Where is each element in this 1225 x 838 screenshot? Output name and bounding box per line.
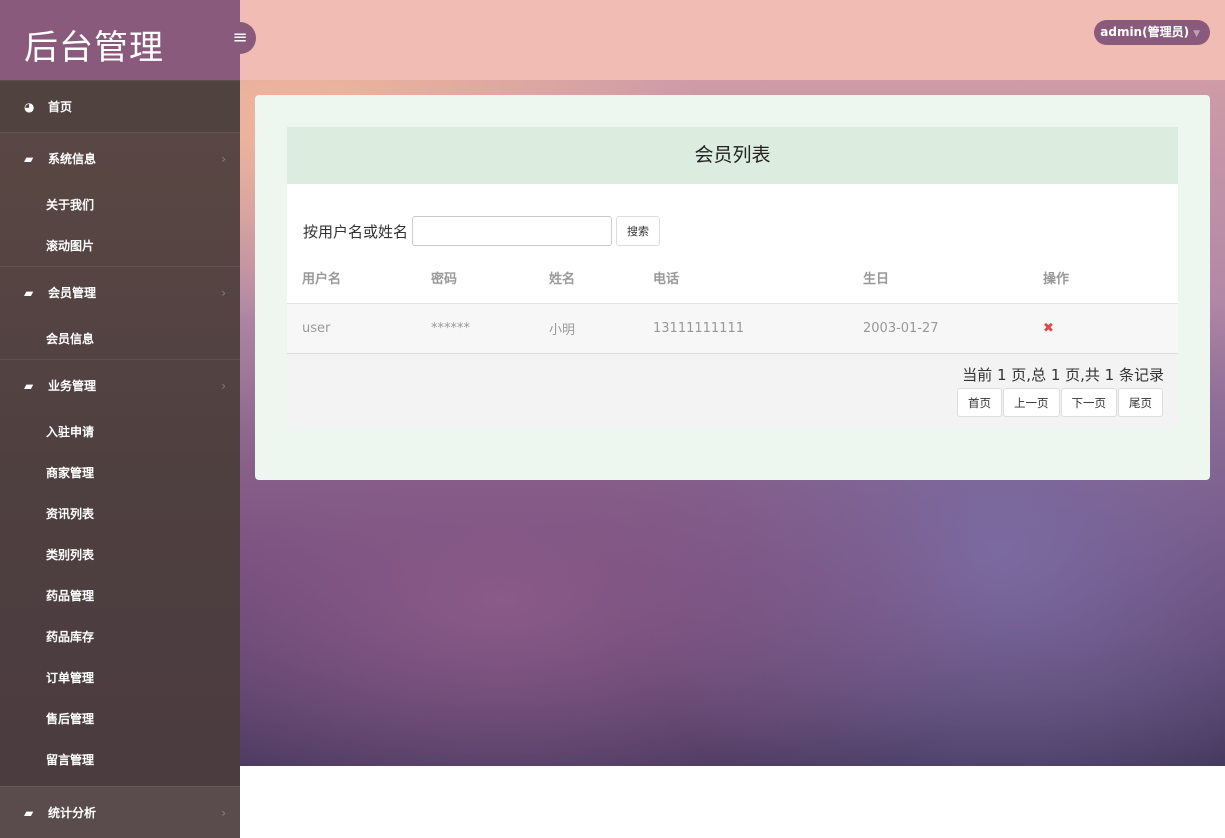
- sidebar-item-label: 首页: [48, 100, 73, 114]
- sidebar-item-home[interactable]: ◕ 首页: [0, 80, 240, 132]
- sidebar-item[interactable]: 类别列表: [0, 534, 240, 575]
- search-input[interactable]: [412, 216, 613, 246]
- caret-down-icon: ▼: [1193, 29, 1200, 39]
- sidebar-item[interactable]: 药品库存: [0, 616, 240, 657]
- column-header: 用户名: [287, 253, 416, 304]
- column-header: 姓名: [534, 253, 638, 304]
- pagination-footer: 当前 1 页,总 1 页,共 1 条记录 首页 上一页 下一页 尾页: [287, 354, 1178, 429]
- page-title: 会员列表: [287, 127, 1178, 184]
- sidebar-item[interactable]: 入驻申请: [0, 411, 240, 452]
- sidebar-group-business[interactable]: ▰ 业务管理 ›: [0, 359, 240, 411]
- cell-password: ******: [416, 303, 534, 355]
- sidebar-group-stats[interactable]: ▰ 统计分析 ›: [0, 786, 240, 838]
- sidebar-item-about[interactable]: 关于我们: [0, 184, 240, 225]
- sidebar: 后台管理 ◕ 首页 ▰ 系统信息 › 关于我们 滚动图片 ▰ 会员管理 › 会员信息 ▰ 业…: [0, 0, 240, 838]
- prev-page-button[interactable]: 上一页: [1003, 388, 1060, 417]
- sidebar-item-member-info[interactable]: 会员信息: [0, 318, 240, 359]
- user-name: admin(管理员): [1100, 25, 1190, 39]
- cell-name: 小明: [534, 303, 638, 355]
- sidebar-item[interactable]: 售后管理: [0, 698, 240, 739]
- menu-toggle-button[interactable]: ≡: [224, 22, 256, 54]
- search-bar: 按用户名或姓名 搜索: [303, 216, 661, 246]
- content-panel: 会员列表 按用户名或姓名 搜索 用户名 密码 姓名 电话 生日 操作 user …: [255, 95, 1210, 480]
- top-bar: admin(管理员) ▼: [240, 0, 1225, 80]
- sidebar-group-members[interactable]: ▰ 会员管理 ›: [0, 266, 240, 318]
- sidebar-item-label: 会员管理: [48, 286, 97, 300]
- delete-icon[interactable]: ✖: [1028, 303, 1178, 355]
- book-icon: ▰: [24, 378, 34, 393]
- sidebar-item[interactable]: 资讯列表: [0, 493, 240, 534]
- table-row: user ****** 小明 13111111111 2003-01-27 ✖: [287, 303, 1178, 355]
- book-icon: ▰: [24, 151, 34, 166]
- cell-birthday: 2003-01-27: [848, 303, 1028, 355]
- member-table: 用户名 密码 姓名 电话 生日 操作 user ****** 小明 131111…: [287, 253, 1178, 355]
- last-page-button[interactable]: 尾页: [1118, 388, 1163, 417]
- book-icon: ▰: [24, 285, 34, 300]
- sidebar-item[interactable]: 商家管理: [0, 452, 240, 493]
- page-info: 当前 1 页,总 1 页,共 1 条记录: [962, 366, 1164, 384]
- chevron-right-icon: ›: [221, 378, 226, 393]
- chevron-right-icon: ›: [221, 805, 226, 820]
- sidebar-item-label: 统计分析: [48, 806, 97, 820]
- sidebar-item[interactable]: 订单管理: [0, 657, 240, 698]
- chevron-right-icon: ›: [221, 151, 226, 166]
- sidebar-item-label: 系统信息: [48, 152, 97, 166]
- sidebar-item-label: 业务管理: [48, 379, 97, 393]
- search-button[interactable]: 搜索: [616, 216, 661, 246]
- sidebar-group-system[interactable]: ▰ 系统信息 ›: [0, 132, 240, 184]
- cell-username: user: [287, 303, 416, 355]
- dashboard-icon: ◕: [24, 99, 35, 114]
- pager: 首页 上一页 下一页 尾页: [956, 388, 1163, 417]
- member-list-card: 会员列表 按用户名或姓名 搜索 用户名 密码 姓名 电话 生日 操作 user …: [287, 127, 1178, 429]
- next-page-button[interactable]: 下一页: [1060, 388, 1117, 417]
- cell-phone: 13111111111: [638, 303, 848, 355]
- sidebar-item[interactable]: 留言管理: [0, 739, 240, 780]
- book-icon: ▰: [24, 805, 34, 820]
- first-page-button[interactable]: 首页: [957, 388, 1002, 417]
- sidebar-item-carousel[interactable]: 滚动图片: [0, 225, 240, 266]
- sidebar-item[interactable]: 药品管理: [0, 575, 240, 616]
- column-header: 密码: [416, 253, 534, 304]
- chevron-right-icon: ›: [221, 285, 226, 300]
- brand-title: 后台管理: [0, 0, 240, 80]
- column-header: 电话: [638, 253, 848, 304]
- search-label: 按用户名或姓名: [303, 222, 409, 241]
- column-header: 操作: [1028, 253, 1178, 304]
- user-menu[interactable]: admin(管理员) ▼: [1094, 20, 1210, 45]
- hamburger-icon: ≡: [232, 27, 248, 48]
- column-header: 生日: [848, 253, 1028, 304]
